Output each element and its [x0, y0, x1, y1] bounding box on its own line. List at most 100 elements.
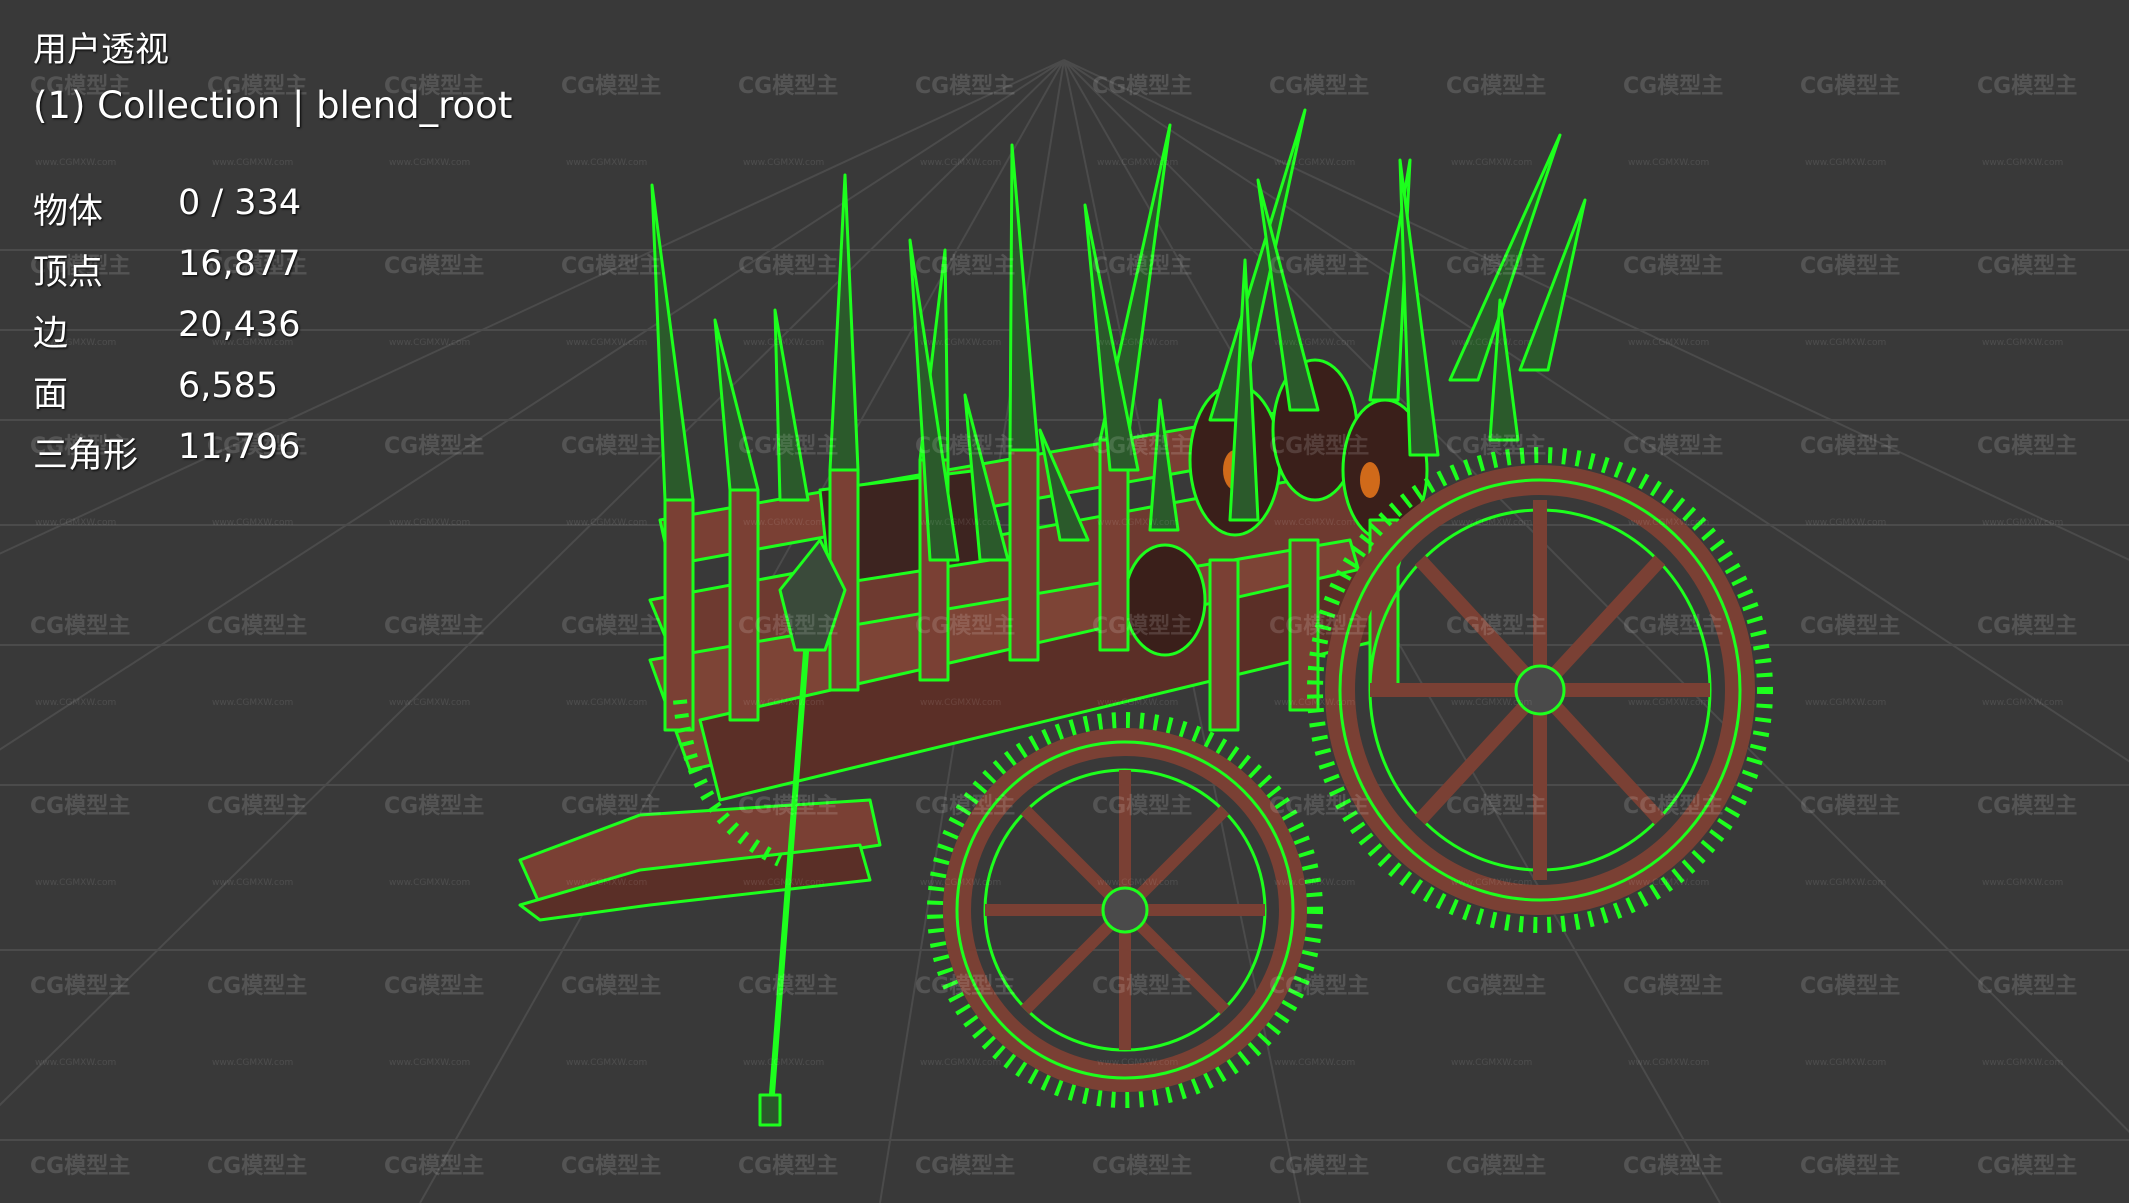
stat-objects: 物体 0 / 334	[33, 183, 301, 234]
watermark-logo: CG模型主	[561, 974, 662, 999]
watermark-url: www.CGMXW.com	[1628, 878, 1710, 888]
watermark-logo: CG模型主	[1446, 1154, 1547, 1179]
watermark-url: www.CGMXW.com	[1805, 518, 1887, 528]
watermark-url: www.CGMXW.com	[1097, 518, 1179, 528]
watermark-url: www.CGMXW.com	[743, 698, 825, 708]
watermark-logo: CG模型主	[561, 254, 662, 279]
watermark-logo: CG模型主	[915, 1154, 1016, 1179]
stat-value: 11,796	[178, 427, 301, 467]
watermark-logo: CG模型主	[1977, 254, 2078, 279]
watermark-url: www.CGMXW.com	[1097, 698, 1179, 708]
watermark-logo: CG模型主	[207, 1154, 308, 1179]
watermark-logo: CG模型主	[738, 434, 839, 459]
watermark-url: www.CGMXW.com	[920, 158, 1002, 168]
watermark-logo: CG模型主	[1092, 434, 1193, 459]
stat-value: 16,877	[178, 244, 301, 284]
watermark-url: www.CGMXW.com	[1097, 1058, 1179, 1068]
watermark-url: www.CGMXW.com	[566, 158, 648, 168]
watermark-url: www.CGMXW.com	[212, 878, 294, 888]
watermark-logo: CG模型主	[207, 794, 308, 819]
watermark-logo: CG模型主	[384, 434, 485, 459]
watermark-url: www.CGMXW.com	[1982, 338, 2064, 348]
watermark-logo: CG模型主	[915, 794, 1016, 819]
watermark-url: www.CGMXW.com	[1274, 698, 1356, 708]
watermark-url: www.CGMXW.com	[1274, 518, 1356, 528]
watermark-url: www.CGMXW.com	[1451, 1058, 1533, 1068]
watermark-url: www.CGMXW.com	[566, 518, 648, 528]
watermark-url: www.CGMXW.com	[1982, 878, 2064, 888]
watermark-url: www.CGMXW.com	[1805, 338, 1887, 348]
watermark-url: www.CGMXW.com	[743, 518, 825, 528]
3d-viewport[interactable]	[0, 0, 2129, 1203]
watermark-url: www.CGMXW.com	[1628, 698, 1710, 708]
watermark-url: www.CGMXW.com	[212, 698, 294, 708]
watermark-logo: CG模型主	[738, 614, 839, 639]
stat-value: 6,585	[178, 366, 279, 406]
stat-edges: 边 20,436	[33, 305, 300, 356]
watermark-logo: CG模型主	[915, 434, 1016, 459]
watermark-logo: CG模型主	[1623, 974, 1724, 999]
watermark-logo: CG模型主	[1092, 74, 1193, 99]
watermark-url: www.CGMXW.com	[1451, 518, 1533, 528]
watermark-logo: CG模型主	[30, 974, 131, 999]
viewport-canvas[interactable]	[0, 0, 2129, 1203]
watermark-logo: CG模型主	[1269, 254, 1370, 279]
watermark-logo: CG模型主	[1446, 74, 1547, 99]
watermark-url: www.CGMXW.com	[1805, 698, 1887, 708]
watermark-logo: CG模型主	[561, 794, 662, 819]
watermark-url: www.CGMXW.com	[35, 158, 117, 168]
watermark-logo: CG模型主	[207, 614, 308, 639]
watermark-logo: CG模型主	[1092, 974, 1193, 999]
watermark-logo: CG模型主	[1446, 794, 1547, 819]
watermark-url: www.CGMXW.com	[920, 1058, 1002, 1068]
watermark-logo: CG模型主	[561, 614, 662, 639]
watermark-logo: CG模型主	[207, 974, 308, 999]
watermark-logo: CG模型主	[915, 614, 1016, 639]
watermark-url: www.CGMXW.com	[1097, 338, 1179, 348]
watermark-logo: CG模型主	[561, 1154, 662, 1179]
watermark-logo: CG模型主	[1800, 794, 1901, 819]
watermark-url: www.CGMXW.com	[389, 158, 471, 168]
watermark-logo: CG模型主	[1623, 794, 1724, 819]
stat-vertices: 顶点 16,877	[33, 244, 300, 295]
watermark-logo: CG模型主	[738, 974, 839, 999]
watermark-logo: CG模型主	[1269, 614, 1370, 639]
watermark-logo: CG模型主	[738, 254, 839, 279]
watermark-logo: CG模型主	[1623, 1154, 1724, 1179]
watermark-url: www.CGMXW.com	[1274, 1058, 1356, 1068]
watermark-url: www.CGMXW.com	[1628, 1058, 1710, 1068]
watermark-logo: CG模型主	[1446, 434, 1547, 459]
watermark-logo: CG模型主	[915, 974, 1016, 999]
watermark-logo: CG模型主	[1977, 614, 2078, 639]
watermark-url: www.CGMXW.com	[389, 1058, 471, 1068]
watermark-logo: CG模型主	[1977, 1154, 2078, 1179]
watermark-logo: CG模型主	[1446, 974, 1547, 999]
watermark-logo: CG模型主	[738, 1154, 839, 1179]
watermark-logo: CG模型主	[384, 254, 485, 279]
watermark-url: www.CGMXW.com	[1628, 518, 1710, 528]
watermark-url: www.CGMXW.com	[1451, 698, 1533, 708]
watermark-logo: CG模型主	[1800, 1154, 1901, 1179]
watermark-url: www.CGMXW.com	[1628, 338, 1710, 348]
watermark-logo: CG模型主	[1623, 614, 1724, 639]
stat-faces: 面 6,585	[33, 366, 278, 417]
watermark-logo: CG模型主	[384, 614, 485, 639]
watermark-url: www.CGMXW.com	[1982, 1058, 2064, 1068]
watermark-url: www.CGMXW.com	[1805, 878, 1887, 888]
watermark-url: www.CGMXW.com	[1982, 698, 2064, 708]
watermark-logo: CG模型主	[1092, 794, 1193, 819]
watermark-logo: CG模型主	[1269, 974, 1370, 999]
watermark-url: www.CGMXW.com	[920, 518, 1002, 528]
watermark-logo: CG模型主	[1269, 1154, 1370, 1179]
watermark-logo: CG模型主	[738, 74, 839, 99]
watermark-url: www.CGMXW.com	[566, 1058, 648, 1068]
viewport-collection-label: (1) Collection | blend_root	[33, 84, 513, 127]
watermark-logo: CG模型主	[1977, 794, 2078, 819]
watermark-url: www.CGMXW.com	[1097, 878, 1179, 888]
watermark-logo: CG模型主	[30, 1154, 131, 1179]
watermark-url: www.CGMXW.com	[35, 878, 117, 888]
watermark-url: www.CGMXW.com	[1451, 878, 1533, 888]
stat-label: 物体	[33, 192, 104, 232]
watermark-url: www.CGMXW.com	[743, 1058, 825, 1068]
watermark-url: www.CGMXW.com	[743, 158, 825, 168]
